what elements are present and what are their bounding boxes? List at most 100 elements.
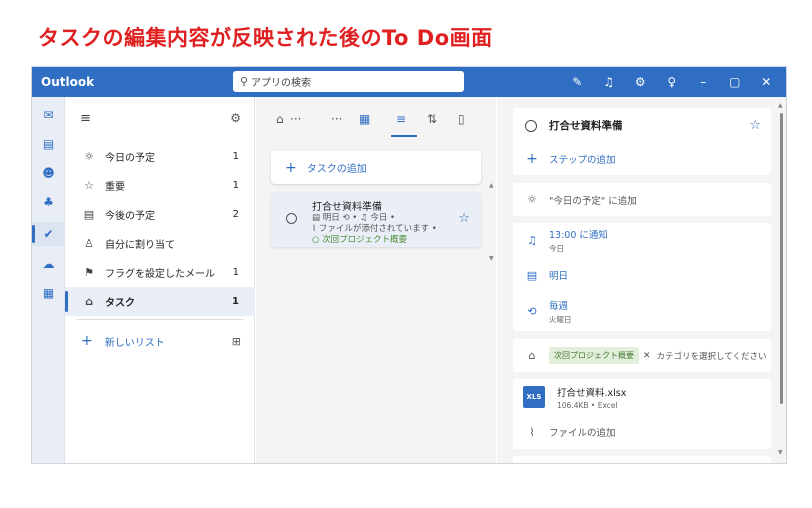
remove-category-icon[interactable]: ✕ [643, 351, 651, 361]
person-icon: ♙ [84, 237, 94, 250]
more-icon[interactable]: ··· [290, 112, 301, 126]
new-list-button[interactable]: + 新しいリスト ⊞ [65, 329, 255, 353]
sun-icon: ☼ [527, 193, 537, 206]
sidebar-item-count: 1 [232, 296, 239, 307]
file-info: 打合せ資料.xlsx 106.4KB • Excel [557, 385, 626, 410]
app-rail: ✉ ▤ ☻ ♣ ✔ ☁ ▦ [32, 97, 65, 463]
schedule-card: ♫ 13:00 に通知 今日 ▤ 明日 ⟲ 毎週 火曜日 [513, 223, 771, 331]
add-to-my-day-row[interactable]: ☼ "今日の予定" に追加 [513, 183, 771, 216]
reminder-label: 13:00 に通知 [549, 230, 608, 241]
sidebar-item-tasks[interactable]: ⌂ タスク 1 [65, 287, 255, 316]
category-row: ⌂ 次回プロジェクト概要 ✕ カテゴリを選択してください [513, 339, 771, 372]
add-task-label: タスクの追加 [306, 164, 367, 175]
settings-icon[interactable]: ⚙ [230, 111, 241, 125]
sidebar-item-assigned[interactable]: ♙ 自分に割り当て [65, 229, 255, 258]
important-star-icon[interactable]: ☆ [749, 118, 761, 133]
sidebar-item-my-day[interactable]: ☼ 今日の予定 1 [65, 142, 255, 171]
hamburger-icon[interactable]: ≡ [80, 111, 91, 126]
sidebar-item-label: 今日の予定 [105, 153, 155, 164]
task-list-scrollbar[interactable]: ▲ ▼ [488, 97, 496, 463]
add-to-my-day-card[interactable]: ☼ "今日の予定" に追加 [513, 183, 771, 216]
sidebar-header: ≡ ⚙ [65, 111, 255, 131]
detail-title-row: 打合せ資料準備 ☆ [513, 108, 771, 143]
important-star-icon[interactable]: ☆ [458, 211, 470, 226]
new-group-icon[interactable]: ⊞ [232, 335, 241, 348]
plus-icon: + [526, 151, 538, 167]
maximize-icon[interactable]: ▢ [719, 75, 751, 89]
search-input[interactable]: ⚲ アプリの検索 [233, 71, 464, 92]
paperclip-icon: ⌇ [529, 425, 535, 439]
repeat-stack: 毎週 火曜日 [549, 298, 572, 325]
search-placeholder: アプリの検索 [251, 78, 312, 89]
app-title: Outlook [41, 75, 95, 89]
due-date-row[interactable]: ▤ 明日 [513, 258, 771, 292]
close-icon[interactable]: ✕ [751, 75, 783, 89]
scroll-up-icon[interactable]: ▲ [489, 182, 494, 189]
minimize-icon[interactable]: – [688, 75, 720, 89]
sidebar-item-label: 自分に割り当て [105, 240, 175, 251]
search-icon: ⚲ [240, 75, 249, 88]
more-options-icon[interactable]: ··· [331, 112, 342, 126]
detail-pane-icon[interactable]: ▯ [458, 112, 465, 126]
lightbulb-icon[interactable]: ♀ [656, 75, 688, 89]
list-view-icon[interactable]: ≡ [396, 112, 406, 126]
category-prompt[interactable]: カテゴリを選択してください [657, 350, 767, 362]
due-date-label: 明日 [549, 271, 569, 282]
note-card[interactable] [513, 456, 771, 463]
home-icon[interactable]: ⌂ [276, 112, 284, 126]
calendar-icon[interactable]: ▤ [32, 132, 65, 156]
sort-icon[interactable]: ⇅ [427, 112, 437, 126]
todo-icon[interactable]: ✔ [32, 222, 65, 246]
detail-scrollbar[interactable]: ▲ ▼ [778, 97, 786, 463]
complete-checkbox[interactable] [286, 213, 297, 224]
sidebar-item-label: フラグを設定したメール [105, 269, 215, 280]
category-chip[interactable]: 次回プロジェクト概要 [549, 347, 639, 364]
add-task-button[interactable]: + タスクの追加 [271, 151, 481, 184]
scroll-down-icon[interactable]: ▼ [489, 255, 494, 262]
sun-icon: ☼ [84, 150, 94, 163]
grid-view-icon[interactable]: ▦ [359, 112, 370, 126]
title-bar: Outlook ⚲ アプリの検索 ✎ ♫ ⚙ ♀ – ▢ ✕ [32, 67, 786, 97]
sidebar-item-count: 2 [232, 209, 239, 220]
task-item[interactable]: 打合せ資料準備 ▤ 明日 ⟲ • ♫ 今日 • ⌇ ファイルが添付されています … [271, 192, 481, 247]
task-list-pane: ⌂ ··· ··· ▦ ≡ ⇅ ▯ + タスクの追加 打合せ資料準備 ▤ 明日 … [256, 97, 496, 463]
sidebar-item-planned[interactable]: ▤ 今後の予定 2 [65, 200, 255, 229]
onedrive-icon[interactable]: ☁ [32, 252, 65, 276]
bell-icon: ♫ [527, 234, 537, 247]
gear-icon[interactable]: ⚙ [625, 75, 657, 89]
add-file-button[interactable]: ⌇ ファイルの追加 [513, 415, 771, 449]
add-step-button[interactable]: + ステップの追加 [513, 143, 771, 175]
add-step-label: ステップの追加 [549, 155, 616, 166]
complete-checkbox[interactable] [525, 119, 537, 132]
calendar-grid-icon: ▤ [83, 208, 95, 221]
attachment-card: XLS 打合せ資料.xlsx 106.4KB • Excel ⌇ ファイルの追加 [513, 379, 771, 449]
sidebar-item-important[interactable]: ☆ 重要 1 [65, 171, 255, 200]
scroll-down-icon[interactable]: ▼ [778, 449, 783, 456]
detail-title[interactable]: 打合せ資料準備 [549, 118, 623, 133]
reminder-sub: 今日 [549, 244, 564, 253]
scroll-up-icon[interactable]: ▲ [778, 102, 783, 109]
compose-icon[interactable]: ✎ [562, 75, 594, 89]
home-icon: ⌂ [85, 295, 93, 308]
sidebar-item-label: タスク [105, 298, 135, 309]
title-bar-icons: ✎ ♫ ⚙ ♀ – ▢ ✕ [562, 67, 783, 97]
teams-icon[interactable]: ♣ [32, 190, 65, 214]
bell-icon[interactable]: ♫ [593, 75, 625, 89]
apps-icon[interactable]: ▦ [32, 281, 65, 305]
sidebar: ≡ ⚙ ☼ 今日の予定 1 ☆ 重要 1 ▤ 今後の予定 2 ♙ 自分に割り当て… [65, 97, 255, 463]
repeat-label: 毎週 [549, 301, 569, 312]
mail-icon[interactable]: ✉ [32, 103, 65, 127]
category-circle-icon: ○ [312, 235, 320, 245]
excel-file-icon: XLS [523, 386, 545, 408]
sidebar-item-flagged[interactable]: ⚑ フラグを設定したメール 1 [65, 258, 255, 287]
flag-icon: ⚑ [84, 266, 94, 279]
repeat-row[interactable]: ⟲ 毎週 火曜日 [513, 292, 771, 331]
people-icon[interactable]: ☻ [32, 161, 65, 185]
file-size: 106.4KB [557, 400, 589, 410]
reminder-row[interactable]: ♫ 13:00 に通知 今日 [513, 223, 771, 258]
sidebar-item-count: 1 [232, 180, 239, 191]
attachment-file-row[interactable]: XLS 打合せ資料.xlsx 106.4KB • Excel [513, 379, 771, 415]
detail-title-card: 打合せ資料準備 ☆ + ステップの追加 [513, 108, 771, 175]
scroll-thumb[interactable] [780, 113, 783, 404]
view-selected-indicator [391, 135, 417, 137]
